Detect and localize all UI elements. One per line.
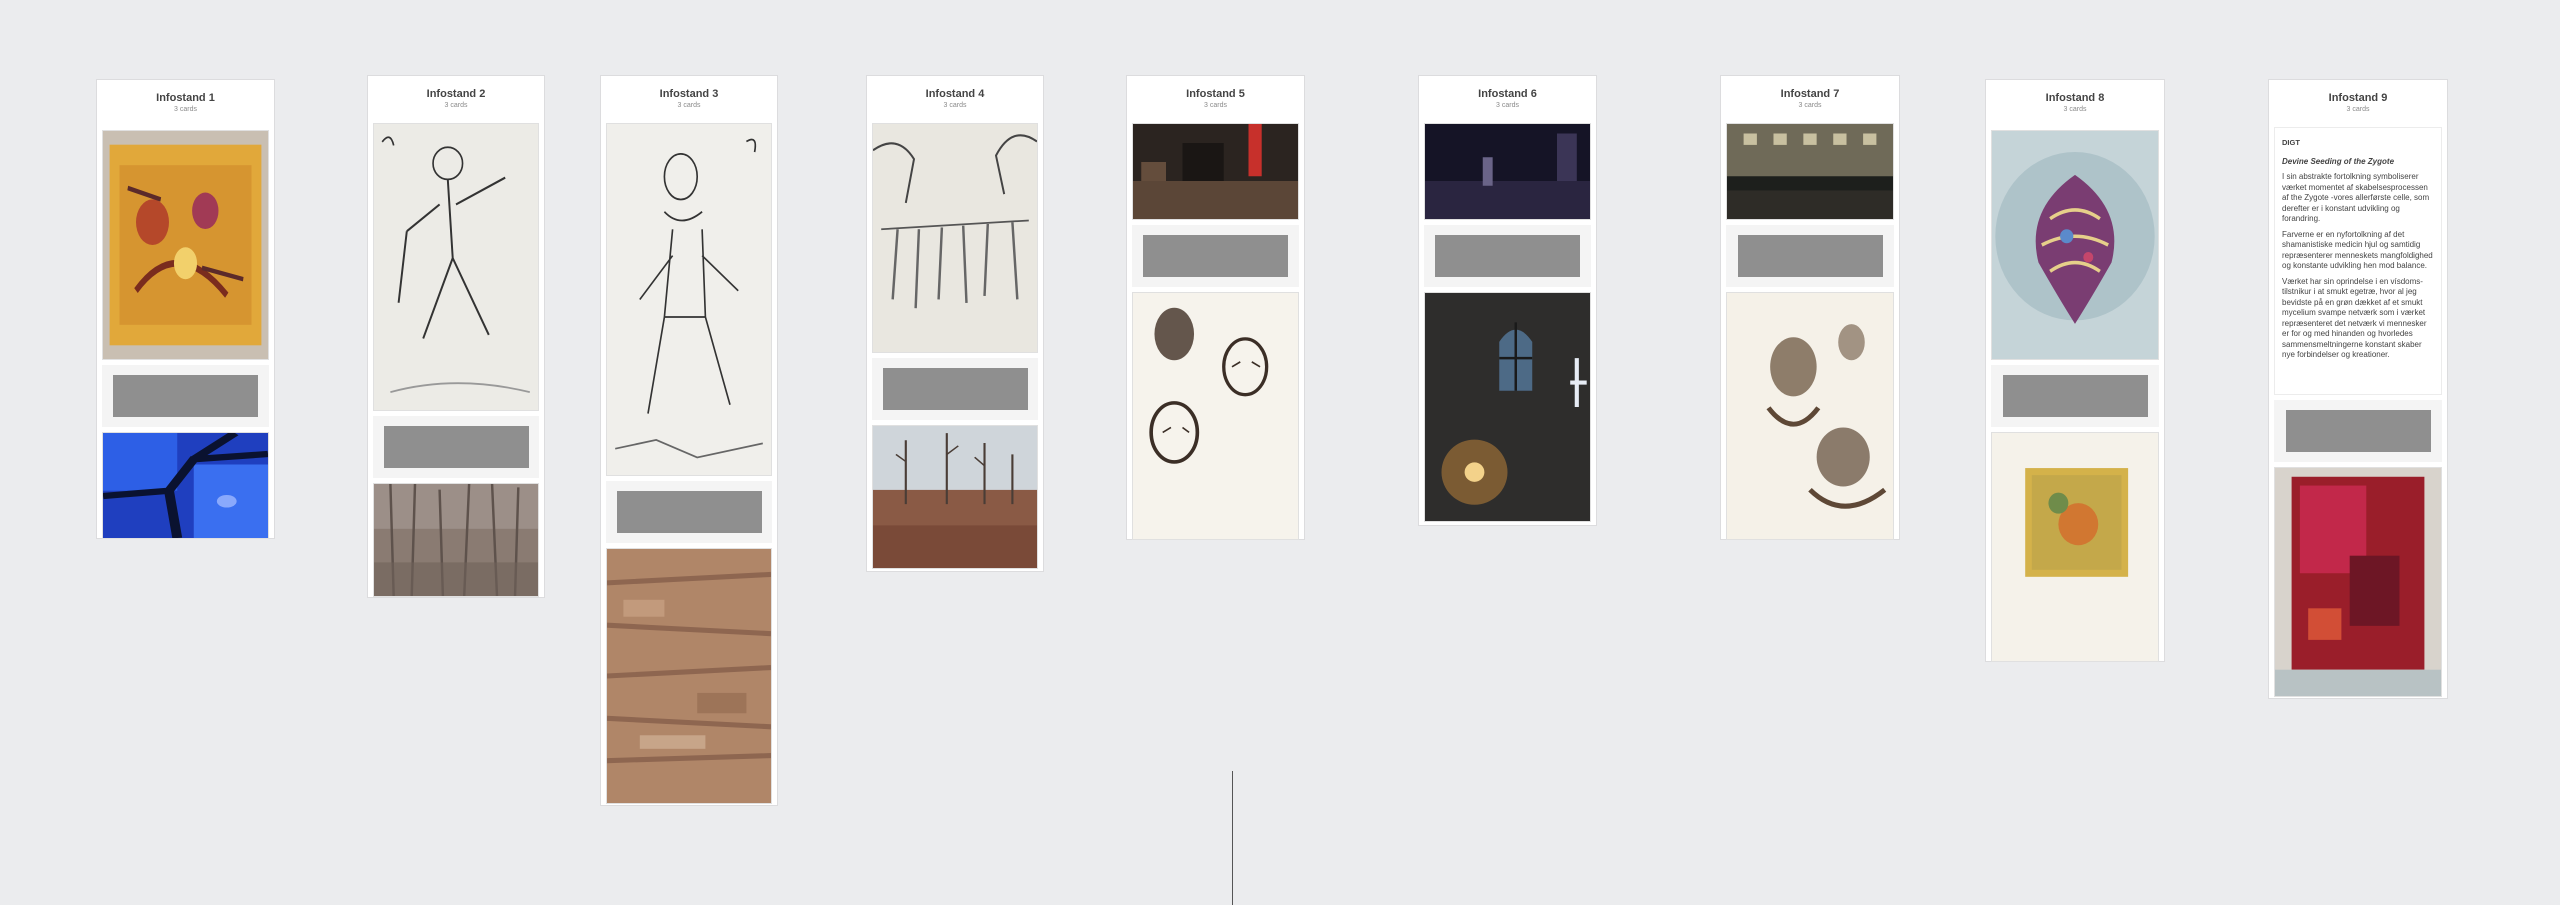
sketch-elephants-fish-icon — [873, 124, 1037, 352]
yellow-small-painting-icon — [1992, 433, 2158, 661]
column-header[interactable]: Infostand 5 3 cards — [1132, 76, 1299, 118]
column-title: Infostand 6 — [1478, 88, 1537, 100]
card-paragraph: I sin abstrakte fortolkning symboliserer… — [2282, 172, 2430, 223]
column-title: Infostand 5 — [1186, 88, 1245, 100]
image-card[interactable] — [1132, 123, 1299, 220]
placeholder-card[interactable] — [1424, 225, 1591, 287]
card-paragraph: Værket har sin oprindelse i en vísdoms-t… — [2282, 276, 2427, 360]
image-card[interactable] — [373, 483, 539, 597]
card-count: 3 cards — [2346, 106, 2370, 113]
image-card[interactable] — [373, 123, 539, 411]
card-count: 3 cards — [1496, 102, 1519, 109]
image-card[interactable] — [1991, 432, 2159, 662]
image-card[interactable] — [2274, 467, 2442, 697]
poem-title: Devine Seeding of the Zygote — [2282, 156, 2395, 166]
placeholder-block — [882, 368, 1028, 410]
card-count: 3 cards — [2063, 106, 2087, 113]
dark-interior-photo-icon — [1133, 124, 1298, 219]
glass-ornament-painting-icon — [1992, 131, 2158, 359]
image-card[interactable] — [872, 123, 1038, 353]
card-count: 3 cards — [174, 106, 197, 113]
image-card[interactable] — [1726, 292, 1894, 540]
column-title: Infostand 9 — [2328, 92, 2388, 104]
column-infostand-1: Infostand 1 3 cards — [96, 79, 275, 539]
column-infostand-8: Infostand 8 3 cards — [1985, 79, 2165, 662]
placeholder-block — [1143, 235, 1288, 277]
image-card[interactable] — [606, 123, 772, 476]
card-count: 3 cards — [677, 102, 701, 109]
column-title: Infostand 4 — [925, 88, 985, 100]
placeholder-block — [2002, 375, 2148, 417]
image-card[interactable] — [606, 548, 772, 804]
card-count: 3 cards — [1204, 102, 1227, 109]
night-building-window-icon — [1425, 293, 1590, 521]
image-card[interactable] — [1424, 123, 1591, 220]
card-paragraph: Farverne er en nyfortolkning af det sham… — [2282, 229, 2433, 271]
column-header[interactable]: Infostand 3 3 cards — [606, 76, 772, 118]
column-infostand-3: Infostand 3 3 cards — [600, 75, 778, 806]
placeholder-block — [1737, 235, 1883, 277]
placeholder-block — [1435, 235, 1580, 277]
column-infostand-2: Infostand 2 3 cards — [367, 75, 545, 598]
column-header[interactable]: Infostand 9 3 cards — [2274, 80, 2442, 122]
column-title: Infostand 3 — [659, 88, 719, 100]
abstract-yellow-painting-icon — [103, 131, 268, 359]
placeholder-card[interactable] — [1132, 225, 1299, 287]
placeholder-card[interactable] — [102, 365, 269, 427]
image-card[interactable] — [1726, 123, 1894, 220]
card-count: 3 cards — [943, 102, 967, 109]
placeholder-block — [616, 491, 762, 533]
placeholder-card[interactable] — [872, 358, 1038, 420]
sketch-sitting-woman-icon — [607, 124, 771, 475]
bare-forest-photo-icon — [374, 484, 538, 596]
burnt-trees-landscape-icon — [873, 426, 1037, 568]
column-infostand-9: Infostand 9 3 cards DIGT Devine Seeding … — [2268, 79, 2448, 699]
sketch-faces-icon — [1133, 293, 1298, 539]
column-header[interactable]: Infostand 6 3 cards — [1424, 76, 1591, 118]
placeholder-block — [113, 375, 258, 417]
image-card[interactable] — [1991, 130, 2159, 360]
column-header[interactable]: Infostand 2 3 cards — [373, 76, 539, 118]
column-title: Infostand 7 — [1780, 88, 1840, 100]
column-title: Infostand 2 — [426, 88, 486, 100]
image-card[interactable] — [1132, 292, 1299, 540]
placeholder-block — [2285, 410, 2431, 452]
placeholder-card[interactable] — [373, 416, 539, 478]
placeholder-card[interactable] — [1726, 225, 1894, 287]
red-abstract-painting-icon — [2275, 468, 2441, 696]
column-title: Infostand 8 — [2045, 92, 2105, 104]
image-card[interactable] — [872, 425, 1038, 569]
image-card[interactable] — [102, 130, 269, 360]
placeholder-card[interactable] — [606, 481, 772, 543]
column-header[interactable]: Infostand 4 3 cards — [872, 76, 1038, 118]
burnt-terrain-photo-icon — [607, 549, 771, 803]
column-infostand-5: Infostand 5 3 cards — [1126, 75, 1305, 540]
column-infostand-6: Infostand 6 3 cards — [1418, 75, 1597, 526]
card-count: 3 cards — [444, 102, 468, 109]
placeholder-block — [383, 426, 529, 468]
column-header[interactable]: Infostand 8 3 cards — [1991, 80, 2159, 122]
placeholder-card[interactable] — [1991, 365, 2159, 427]
blue-stained-glass-icon — [103, 433, 268, 538]
divider-line — [1232, 771, 1233, 905]
image-card[interactable] — [1424, 292, 1591, 522]
card-count: 3 cards — [1798, 102, 1822, 109]
column-title: Infostand 1 — [156, 92, 215, 104]
column-header[interactable]: Infostand 1 3 cards — [102, 80, 269, 122]
card-heading: DIGT — [2282, 138, 2300, 147]
column-header[interactable]: Infostand 7 3 cards — [1726, 76, 1894, 118]
dark-room-photo-icon — [1425, 124, 1590, 219]
column-infostand-7: Infostand 7 3 cards — [1720, 75, 1900, 540]
column-infostand-4: Infostand 4 3 cards — [866, 75, 1044, 572]
night-street-photo-icon — [1727, 124, 1893, 219]
text-card[interactable]: DIGT Devine Seeding of the Zygote I sin … — [2274, 127, 2442, 395]
sketch-figures-icon — [1727, 293, 1893, 539]
placeholder-card[interactable] — [2274, 400, 2442, 462]
image-card[interactable] — [102, 432, 269, 539]
sketch-dancing-man-icon — [374, 124, 538, 410]
